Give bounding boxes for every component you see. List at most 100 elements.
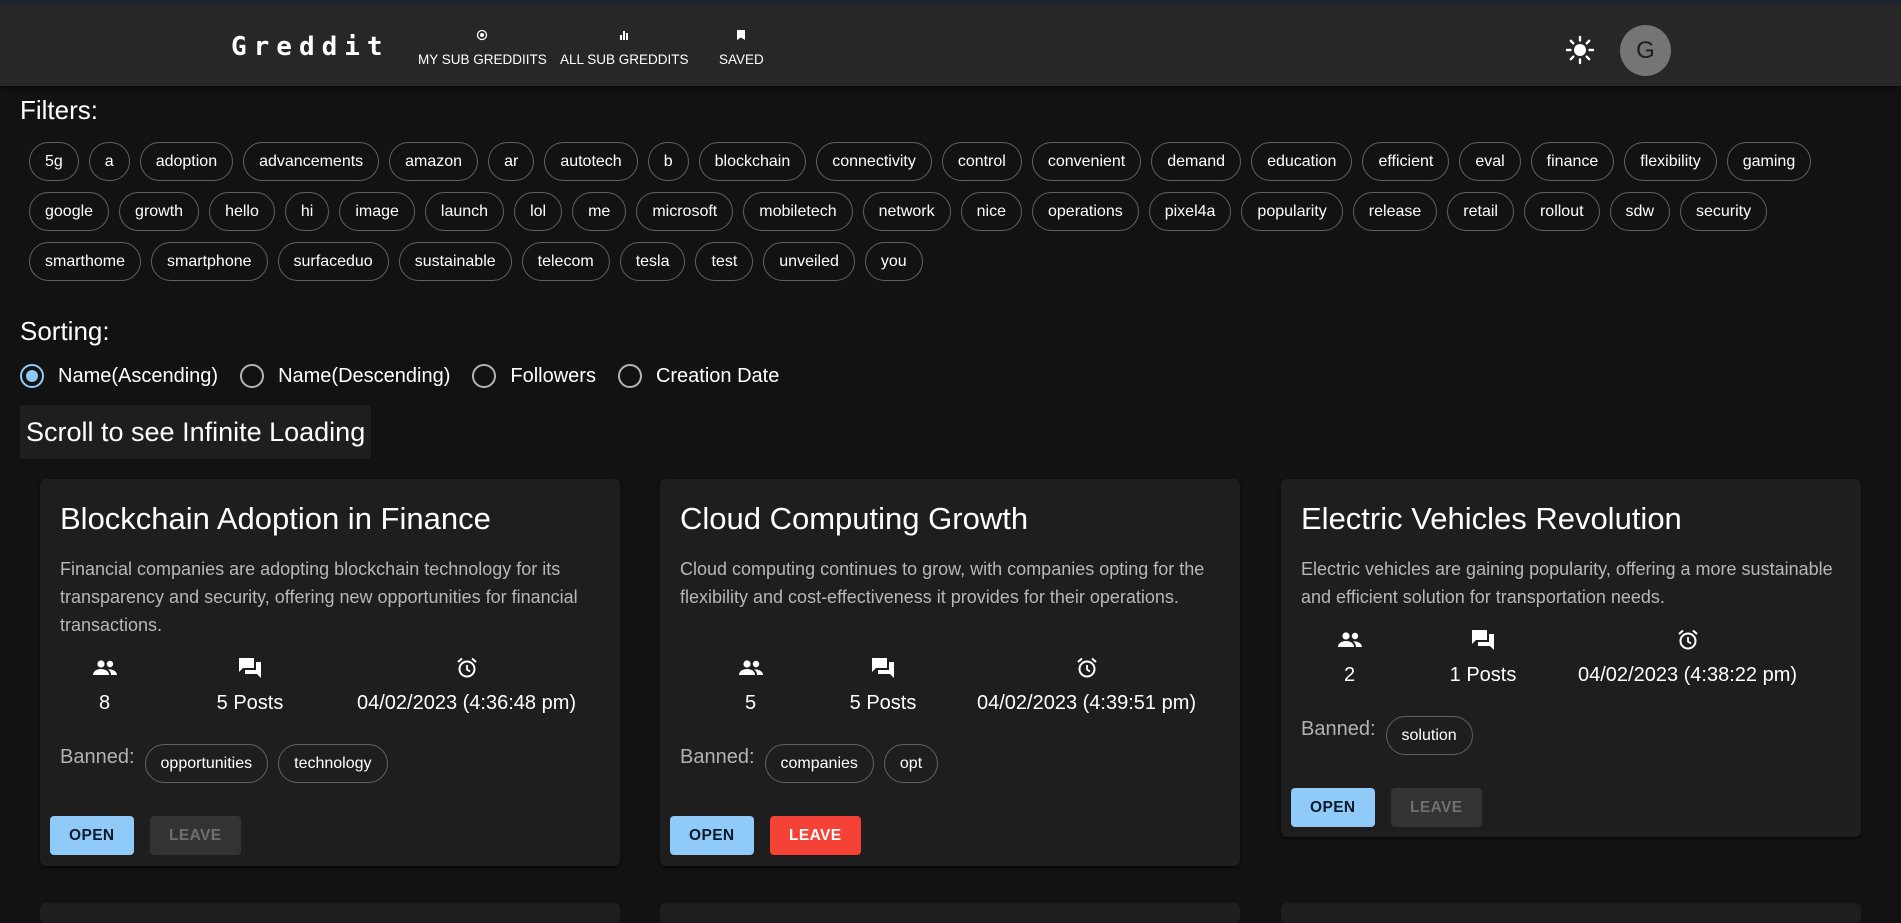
banned-chip: opt <box>883 744 939 783</box>
filter-chip[interactable]: ar <box>488 142 535 181</box>
created-date: 04/02/2023 (4:36:48 pm) <box>356 692 577 714</box>
subgreddit-card: Cloud Computing Growth Cloud computing c… <box>660 479 1240 866</box>
posts-stat: 5 Posts <box>190 657 310 715</box>
filter-chip[interactable]: hi <box>284 192 330 231</box>
nav-all-subgreddits[interactable]: ALL SUB GREDDITS <box>560 26 689 67</box>
filter-chip[interactable]: hello <box>209 192 275 231</box>
bar-chart-icon <box>618 26 630 44</box>
filter-chip[interactable]: sdw <box>1609 192 1670 231</box>
filter-chip[interactable]: efficient <box>1362 142 1450 181</box>
forum-icon <box>1471 629 1495 651</box>
filter-chip[interactable]: google <box>29 192 110 231</box>
filter-chip[interactable]: sustainable <box>398 242 512 281</box>
filter-chip[interactable]: autotech <box>544 142 638 181</box>
filter-chip[interactable]: mobiletech <box>743 192 853 231</box>
sorting-title: Sorting: <box>20 316 110 346</box>
card-title[interactable]: Electric Vehicles Revolution <box>1301 501 1682 537</box>
filter-chip[interactable]: blockchain <box>698 142 807 181</box>
nav-label: ALL SUB GREDDITS <box>560 52 689 67</box>
filter-chip[interactable]: growth <box>119 192 200 231</box>
filter-chip[interactable]: convenient <box>1031 142 1142 181</box>
filter-chip[interactable]: 5g <box>29 142 79 181</box>
banned-keywords: Banned: companies opt <box>680 744 948 783</box>
leave-button-disabled: LEAVE <box>1391 788 1482 827</box>
people-icon <box>1337 629 1363 651</box>
radio-unselected-icon <box>617 364 642 388</box>
nav-label: SAVED <box>719 52 764 67</box>
card-description: Electric vehicles are gaining popularity… <box>1301 559 1833 607</box>
filter-chip[interactable]: popularity <box>1241 192 1343 231</box>
banned-label: Banned: <box>680 746 755 768</box>
filter-chip[interactable]: a <box>88 142 130 181</box>
filter-chip[interactable]: connectivity <box>816 142 932 181</box>
filter-chip[interactable]: flexibility <box>1624 142 1717 181</box>
sort-option-followers[interactable]: Followers <box>472 364 596 388</box>
followers-stat: 5 <box>728 657 773 715</box>
filter-chip[interactable]: control <box>941 142 1022 181</box>
filter-chip[interactable]: smarthome <box>29 242 142 281</box>
app-logo[interactable]: Greddit <box>231 32 390 62</box>
app-bar: Greddit MY SUB GREDDIITS ALL SUB GREDDIT… <box>0 0 1901 86</box>
filter-chip[interactable]: nice <box>960 192 1022 231</box>
filter-chip[interactable]: amazon <box>389 142 479 181</box>
filter-chip[interactable]: smartphone <box>151 242 268 281</box>
filter-chip[interactable]: education <box>1251 142 1353 181</box>
filter-chip[interactable]: retail <box>1447 192 1514 231</box>
filter-chip[interactable]: rollout <box>1523 192 1600 231</box>
card-title[interactable]: Blockchain Adoption in Finance <box>60 501 491 537</box>
filter-chip[interactable]: microsoft <box>636 192 734 231</box>
filter-chip[interactable]: operations <box>1032 192 1139 231</box>
filter-chip[interactable]: telecom <box>521 242 610 281</box>
open-button[interactable]: OPEN <box>1291 788 1375 827</box>
forum-icon <box>871 657 895 679</box>
subgreddit-card: Electric Vehicles Revolution Electric ve… <box>1281 479 1861 837</box>
theme-toggle-sun-icon[interactable] <box>1565 35 1595 65</box>
open-button[interactable]: OPEN <box>670 816 754 855</box>
filter-chip[interactable]: lol <box>514 192 563 231</box>
radio-selected-icon <box>20 364 44 388</box>
filter-chip[interactable]: network <box>862 192 951 231</box>
filter-chip[interactable]: gaming <box>1726 142 1812 181</box>
filter-chip[interactable]: finance <box>1530 142 1615 181</box>
posts-count: 5 Posts <box>849 692 917 714</box>
card-title[interactable]: Cloud Computing Growth <box>680 501 1028 537</box>
filter-chip[interactable]: surfaceduo <box>277 242 389 281</box>
sort-option-name-descending[interactable]: Name(Descending) <box>240 364 450 388</box>
radio-target-icon <box>476 26 488 44</box>
card-description: Financial companies are adopting blockch… <box>60 559 578 635</box>
nav-saved[interactable]: SAVED <box>719 26 764 67</box>
filter-chip[interactable]: b <box>647 142 689 181</box>
filter-chip[interactable]: eval <box>1459 142 1521 181</box>
banned-chip: companies <box>764 744 874 783</box>
filter-chip[interactable]: security <box>1680 192 1768 231</box>
open-button[interactable]: OPEN <box>50 816 134 855</box>
filter-chip[interactable]: launch <box>424 192 505 231</box>
subgreddit-card-partial <box>40 903 620 923</box>
filter-chip[interactable]: release <box>1352 192 1438 231</box>
created-stat: 04/02/2023 (4:39:51 pm) <box>969 657 1204 715</box>
subgreddit-card-partial <box>660 903 1240 923</box>
filter-chip[interactable]: tesla <box>619 242 686 281</box>
leave-button-disabled: LEAVE <box>150 816 241 855</box>
filter-chip[interactable]: me <box>572 192 627 231</box>
sort-option-name-ascending[interactable]: Name(Ascending) <box>20 364 218 388</box>
banned-keywords: Banned: opportunities technology <box>60 744 398 783</box>
filter-chip[interactable]: adoption <box>139 142 234 181</box>
filter-chip[interactable]: image <box>339 192 415 231</box>
followers-stat: 2 <box>1327 629 1372 687</box>
followers-count: 8 <box>98 692 111 714</box>
radio-unselected-icon <box>240 364 265 388</box>
filter-chip[interactable]: advancements <box>243 142 380 181</box>
nav-my-subgreddiits[interactable]: MY SUB GREDDIITS <box>418 26 547 67</box>
user-avatar[interactable]: G <box>1620 25 1671 76</box>
forum-icon <box>238 657 262 679</box>
filter-chip[interactable]: pixel4a <box>1148 192 1232 231</box>
leave-button[interactable]: LEAVE <box>770 816 861 855</box>
filter-chip[interactable]: you <box>864 242 923 281</box>
filter-chip[interactable]: demand <box>1151 142 1242 181</box>
nav-label: MY SUB GREDDIITS <box>418 52 547 67</box>
filter-chip[interactable]: test <box>695 242 754 281</box>
sort-option-label: Name(Descending) <box>278 364 451 387</box>
sort-option-creation-date[interactable]: Creation Date <box>617 364 779 388</box>
filter-chip[interactable]: unveiled <box>763 242 855 281</box>
